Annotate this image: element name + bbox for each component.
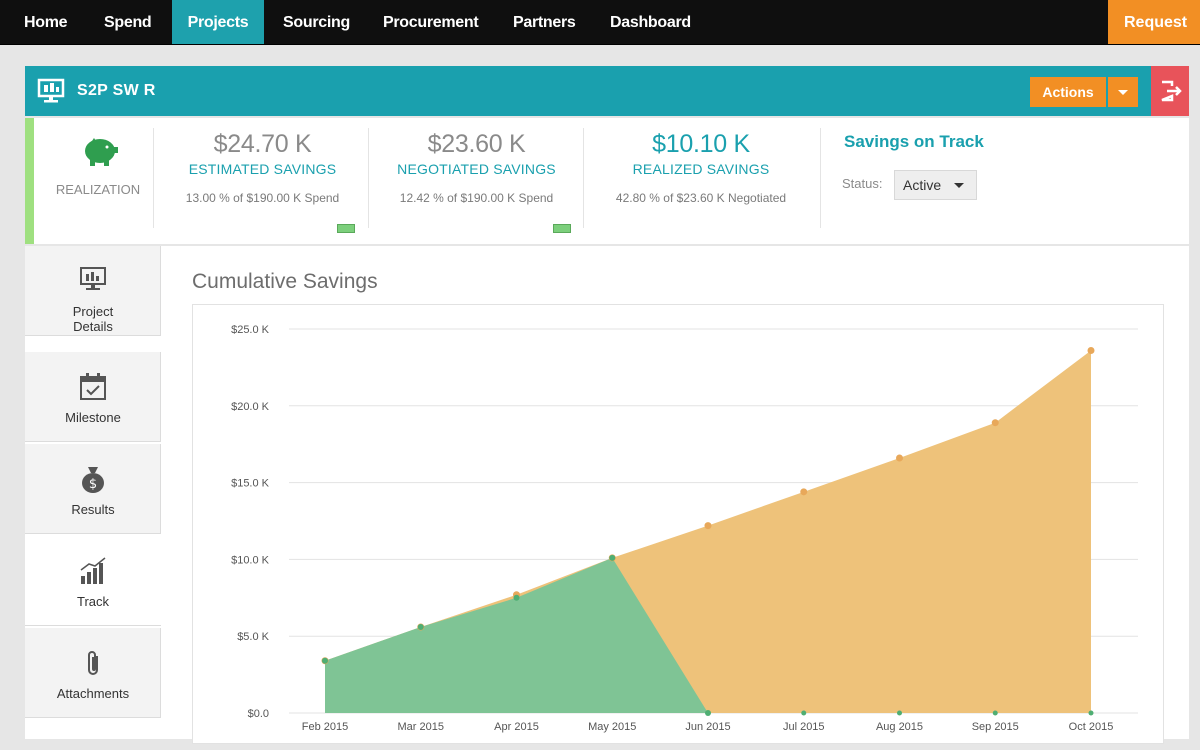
x-tick-label: Apr 2015 — [494, 721, 539, 733]
data-point — [1087, 347, 1095, 355]
chart-title: Cumulative Savings — [192, 270, 378, 293]
estimated-sub: 13.00 % of $190.00 K Spend — [185, 191, 340, 205]
project-header: S2P SW R Actions — [25, 66, 1189, 116]
data-point — [991, 419, 999, 427]
tab-label: Results — [71, 502, 115, 517]
side-nav: Project Details Milestone $ Results Trac… — [25, 246, 161, 739]
x-tick-label: Mar 2015 — [398, 721, 444, 733]
actions-button[interactable]: Actions — [1030, 77, 1106, 107]
tab-label: Track — [76, 594, 110, 609]
baseline-point — [992, 710, 998, 716]
tab-label: Attachments — [56, 686, 130, 701]
nav-projects[interactable]: Projects — [172, 0, 264, 44]
baseline-point — [801, 710, 807, 716]
tab-label: Milestone — [65, 410, 121, 425]
tab-attachments[interactable]: Attachments — [25, 628, 161, 718]
x-tick-label: May 2015 — [588, 721, 636, 733]
tab-results[interactable]: $ Results — [25, 444, 161, 534]
negotiated-savings: $23.60 K NEGOTIATED SAVINGS 12.42 % of $… — [372, 130, 581, 205]
project-title: S2P SW R — [77, 82, 156, 99]
mini-chart-icon[interactable] — [553, 224, 571, 233]
estimated-amount: $24.70 K — [213, 130, 312, 158]
baseline-point — [705, 710, 711, 716]
x-tick-label: Jun 2015 — [685, 721, 730, 733]
y-tick-label: $20.0 K — [231, 401, 270, 413]
status-select[interactable]: Active — [894, 170, 977, 200]
divider — [820, 128, 821, 228]
data-point — [896, 454, 903, 462]
x-tick-label: Feb 2015 — [302, 721, 348, 733]
exit-button[interactable] — [1151, 66, 1189, 116]
tab-label: Project Details — [25, 304, 161, 334]
data-point — [417, 623, 424, 630]
chevron-down-icon — [954, 183, 964, 188]
y-tick-label: $5.0 K — [237, 631, 269, 643]
negotiated-label: NEGOTIATED SAVINGS — [397, 161, 556, 177]
data-point — [704, 522, 712, 530]
x-tick-label: Aug 2015 — [876, 721, 923, 733]
estimated-label: ESTIMATED SAVINGS — [188, 161, 337, 177]
negotiated-sub: 12.42 % of $190.00 K Spend — [399, 191, 554, 205]
y-tick-label: $25.0 K — [231, 324, 270, 336]
x-tick-label: Sep 2015 — [972, 721, 1019, 733]
exit-icon — [1161, 80, 1182, 102]
tab-project-details[interactable]: Project Details — [25, 246, 161, 336]
data-point — [800, 488, 808, 496]
piggy-bank-icon — [80, 132, 120, 173]
realization-label: REALIZATION — [55, 182, 141, 197]
nav-dashboard[interactable]: Dashboard — [610, 0, 691, 44]
realized-savings: $10.10 K REALIZED SAVINGS 42.80 % of $23… — [586, 130, 816, 205]
nav-home[interactable]: Home — [24, 0, 68, 44]
estimated-savings: $24.70 K ESTIMATED SAVINGS 13.00 % of $1… — [158, 130, 367, 205]
data-point — [513, 594, 520, 601]
chevron-down-icon — [1118, 90, 1128, 95]
money-bag-icon: $ — [78, 464, 108, 499]
y-tick-label: $15.0 K — [231, 478, 270, 490]
svg-text:$: $ — [89, 477, 97, 492]
request-button[interactable]: Request — [1108, 0, 1200, 44]
nav-partners[interactable]: Partners — [513, 0, 576, 44]
cumulative-savings-chart: $0.0 $5.0 K $10.0 K $15.0 K $20.0 K $25.0 K Fe… — [192, 304, 1164, 744]
data-point — [609, 554, 616, 561]
y-tick-label: $0.0 — [248, 708, 269, 720]
tab-label-line: Details — [73, 319, 113, 334]
monitor-icon — [78, 266, 108, 299]
tab-label-line: Project — [72, 304, 114, 319]
y-tick-label: $10.0 K — [231, 554, 270, 566]
savings-summary: REALIZATION $24.70 K ESTIMATED SAVINGS 1… — [25, 118, 1189, 244]
nav-procurement[interactable]: Procurement — [383, 0, 479, 44]
x-tick-label: Jul 2015 — [783, 721, 825, 733]
baseline-point — [897, 710, 902, 716]
bar-chart-icon — [78, 556, 108, 591]
monitor-icon — [37, 78, 65, 109]
baseline-point — [1088, 710, 1094, 716]
tab-milestone[interactable]: Milestone — [25, 352, 161, 442]
chart-svg: $0.0 $5.0 K $10.0 K $15.0 K $20.0 K $25.0 K Fe… — [231, 324, 1138, 733]
divider — [368, 128, 369, 228]
negotiated-amount: $23.60 K — [427, 130, 526, 158]
actions-dropdown-toggle[interactable] — [1108, 77, 1138, 107]
data-point — [322, 657, 328, 664]
status-value: Active — [903, 177, 942, 193]
calendar-icon — [78, 372, 108, 407]
mini-chart-icon[interactable] — [337, 224, 355, 233]
x-tick-label: Oct 2015 — [1069, 721, 1114, 733]
savings-on-track-title: Savings on Track — [844, 132, 984, 151]
nav-spend[interactable]: Spend — [104, 0, 152, 44]
paperclip-icon — [78, 648, 108, 685]
divider — [583, 128, 584, 228]
realized-sub: 42.80 % of $23.60 K Negotiated — [615, 191, 787, 205]
top-nav: Home Spend Projects Sourcing Procurement… — [0, 0, 1200, 45]
content-area: Project Details Milestone $ Results Trac… — [25, 246, 1189, 744]
status-label: Status: — [842, 176, 883, 191]
tab-track[interactable]: Track — [25, 536, 161, 626]
realized-label: REALIZED SAVINGS — [632, 161, 770, 177]
realized-amount: $10.10 K — [652, 130, 750, 158]
nav-sourcing[interactable]: Sourcing — [283, 0, 350, 44]
divider — [153, 128, 154, 228]
